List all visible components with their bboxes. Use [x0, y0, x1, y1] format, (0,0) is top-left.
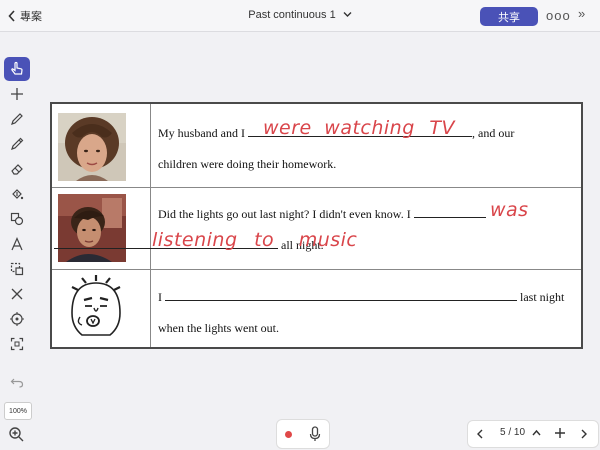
fill-icon[interactable] — [4, 182, 30, 206]
woman-portrait-photo — [58, 113, 126, 181]
undo-icon[interactable] — [4, 370, 30, 394]
answer-blank-2a[interactable] — [413, 217, 486, 218]
left-toolbar: 100% — [2, 52, 32, 450]
collapse-panel-icon[interactable]: » — [578, 6, 585, 21]
chevron-left-icon — [8, 10, 15, 22]
back-button[interactable]: 專案 — [8, 7, 42, 25]
worksheet-row: My husband and I , and our children were… — [52, 104, 581, 188]
sentence-3-start: I — [158, 290, 162, 304]
worksheet-row: Did the lights go out last night? I didn… — [52, 187, 581, 270]
handwritten-answer-2a: was — [490, 199, 529, 221]
document-title[interactable]: Past continuous 1 — [248, 9, 335, 21]
handwritten-answer-1: were watching TV — [263, 117, 455, 139]
sentence-3-line-2: when the lights went out. — [158, 321, 279, 335]
highlighter-icon[interactable] — [4, 132, 30, 156]
lasso-select-icon[interactable] — [4, 257, 30, 281]
page-indicator[interactable]: 5 / 10 — [500, 427, 525, 438]
share-button[interactable]: 共享 — [480, 7, 538, 26]
top-bar: 專案 Past continuous 1 共享 ooo » — [0, 0, 600, 32]
handwritten-word: watching — [324, 117, 415, 139]
eraser-icon[interactable] — [4, 157, 30, 181]
zoom-level[interactable]: 100% — [4, 402, 32, 420]
sentence-1-end: , and our — [472, 126, 515, 140]
text-tool-icon[interactable] — [4, 232, 30, 256]
handwritten-answer-2b: listening to music — [152, 229, 357, 251]
worksheet-table: My husband and I , and our children were… — [50, 102, 583, 349]
sentence-2-start: Did the lights go out last night? I didn… — [158, 207, 411, 221]
microphone-icon[interactable] — [309, 426, 321, 442]
next-page-icon[interactable] — [580, 429, 588, 439]
chevron-up-icon[interactable] — [532, 429, 541, 437]
handwritten-word: to — [254, 229, 275, 251]
add-icon[interactable] — [4, 82, 30, 106]
previous-page-icon[interactable] — [476, 429, 484, 439]
handwritten-word: were — [263, 117, 312, 139]
sentence-1-start: My husband and I — [158, 126, 245, 140]
pen-icon[interactable] — [4, 107, 30, 131]
crop-select-icon[interactable] — [4, 332, 30, 356]
add-page-icon[interactable] — [554, 427, 566, 439]
page-navigator: 5 / 10 — [467, 420, 599, 448]
close-icon[interactable] — [4, 282, 30, 306]
cartoon-face-drawing — [71, 275, 121, 336]
zoom-icon[interactable] — [6, 424, 26, 444]
sentence-3-end: last night — [520, 290, 565, 304]
hand-pointer-icon[interactable] — [4, 57, 30, 81]
shapes-icon[interactable] — [4, 207, 30, 231]
record-dot-icon[interactable] — [285, 430, 293, 438]
handwritten-word: listening — [152, 229, 238, 251]
handwritten-word: TV — [429, 117, 455, 139]
more-options-icon[interactable]: ooo — [546, 8, 571, 23]
laser-pointer-icon[interactable] — [4, 307, 30, 331]
sentence-1-line-2: children were doing their homework. — [158, 157, 337, 171]
back-label: 專案 — [20, 11, 42, 23]
worksheet-row: I last night when the lights went out. — [52, 269, 581, 347]
answer-blank-3[interactable] — [165, 300, 517, 301]
record-control[interactable] — [276, 419, 330, 449]
chevron-down-icon[interactable] — [343, 11, 352, 18]
handwritten-word: music — [298, 229, 358, 251]
